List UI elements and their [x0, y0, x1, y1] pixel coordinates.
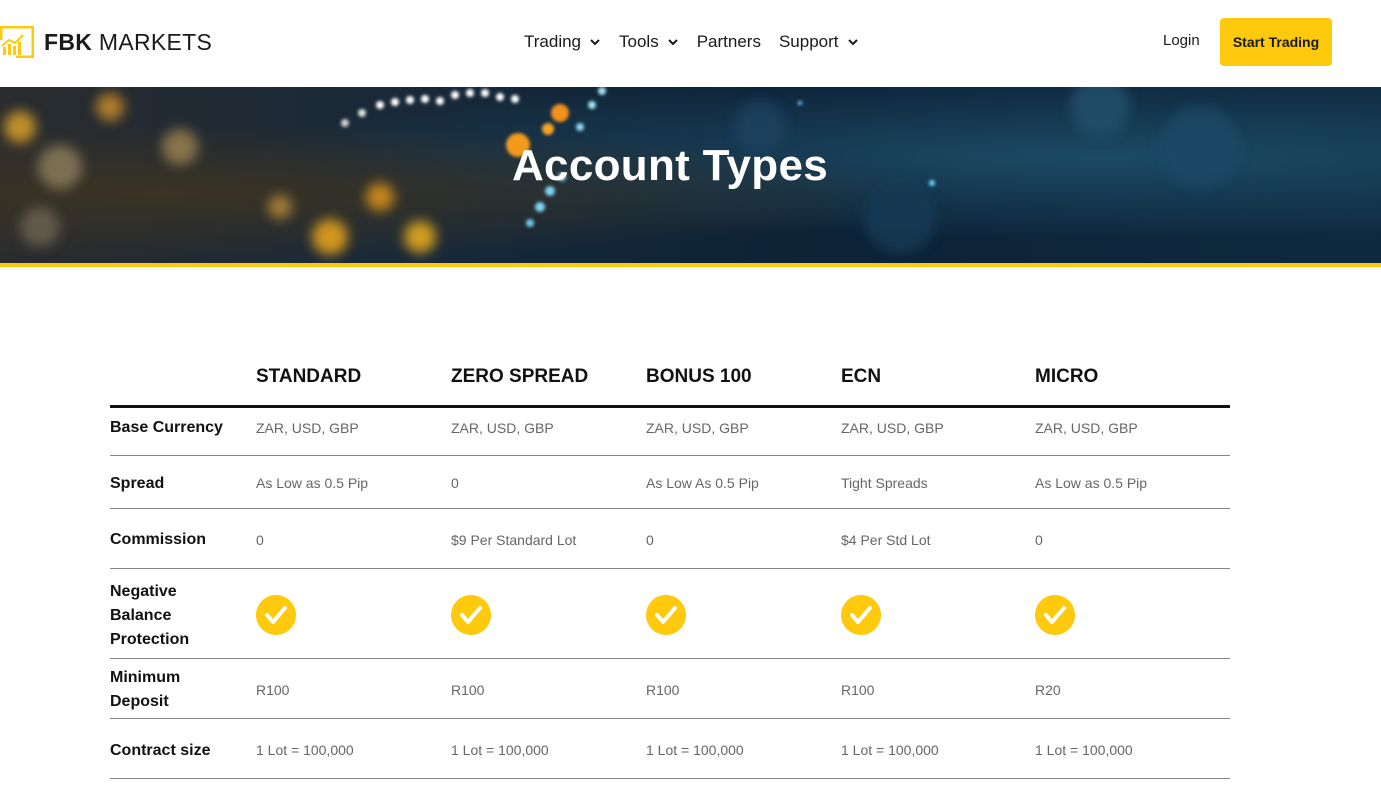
table-row-commission: Commission 0 $9 Per Standard Lot 0 $4 Pe… [110, 509, 1230, 569]
row-label-line: Negative [110, 583, 177, 600]
nav-partners-label: Partners [696, 32, 761, 51]
table-row-minimum-deposit: Minimum Deposit R100 R100 R100 R100 R20 [110, 659, 1230, 719]
column-header-zero-spread: ZERO SPREAD [451, 366, 589, 387]
row-label: Contract size [110, 742, 211, 759]
table-cell: 1 Lot = 100,000 [646, 742, 744, 758]
check-circle-icon [451, 595, 491, 635]
table-cell: R100 [646, 682, 680, 698]
table-row-spread: Spread As Low as 0.5 Pip 0 As Low As 0.5… [110, 456, 1230, 509]
table-cell: Tight Spreads [841, 475, 928, 491]
row-label: Commission [110, 531, 207, 548]
chevron-down-icon [667, 39, 678, 46]
check-circle-icon [256, 595, 296, 635]
hero-accent-bar [0, 263, 1381, 267]
column-header-micro: MICRO [1035, 366, 1099, 387]
row-label-line: Minimum [110, 669, 181, 686]
table-cell: As Low as 0.5 Pip [1035, 475, 1148, 491]
table-cell: 1 Lot = 100,000 [841, 742, 939, 758]
table-cell: 0 [451, 475, 459, 491]
row-label: Base Currency [110, 419, 223, 436]
table-cell: ZAR, USD, GBP [451, 420, 554, 436]
table-cell: ZAR, USD, GBP [256, 420, 359, 436]
nav-trading-label: Trading [524, 32, 582, 51]
table-cell: 0 [1035, 532, 1043, 548]
table-cell: $4 Per Std Lot [841, 532, 931, 548]
hero-banner: Account Types [0, 87, 1381, 263]
chevron-down-icon [847, 39, 858, 46]
row-label: Spread [110, 475, 165, 492]
nav-trading[interactable]: Trading [524, 32, 601, 52]
column-header-bonus-100: BONUS 100 [646, 366, 752, 387]
table-cell: 1 Lot = 100,000 [451, 742, 549, 758]
table-cell: ZAR, USD, GBP [646, 420, 749, 436]
nav-partners[interactable]: Partners [697, 32, 761, 52]
row-label-line: Deposit [110, 693, 169, 710]
account-types-table: STANDARD ZERO SPREAD BONUS 100 ECN MICRO… [110, 358, 1230, 779]
logo-text: FBK MARKETS [44, 28, 213, 55]
table-row-contract-size: Contract size 1 Lot = 100,000 1 Lot = 10… [110, 719, 1230, 779]
table-header-row: STANDARD ZERO SPREAD BONUS 100 ECN MICRO [110, 358, 1230, 408]
row-label: Negative Balance Protection [110, 580, 189, 652]
table-cell: 0 [256, 532, 264, 548]
page-title: Account Types [511, 141, 829, 190]
login-link[interactable]: Login [1163, 32, 1200, 49]
site-header: FBK MARKETS Trading Tools Partners Suppo… [0, 0, 1381, 87]
table-cell: ZAR, USD, GBP [1035, 420, 1138, 436]
table-cell: R100 [841, 682, 875, 698]
table-cell: 0 [646, 532, 654, 548]
table-cell: ZAR, USD, GBP [841, 420, 944, 436]
nav-tools-label: Tools [619, 32, 659, 51]
nav-support-label: Support [778, 32, 839, 51]
table-cell: $9 Per Standard Lot [451, 532, 577, 548]
row-label-line: Balance [110, 607, 172, 624]
row-label: Minimum Deposit [110, 666, 180, 714]
table-cell: 1 Lot = 100,000 [1035, 742, 1133, 758]
table-row-negative-balance-protection: Negative Balance Protection [110, 569, 1230, 659]
table-cell: R20 [1035, 682, 1061, 698]
table-cell: R100 [451, 682, 485, 698]
check-circle-icon [841, 595, 881, 635]
table-cell: 1 Lot = 100,000 [256, 742, 354, 758]
table-cell: As Low As 0.5 Pip [646, 475, 759, 491]
column-header-ecn: ECN [841, 366, 882, 387]
check-circle-icon [646, 595, 686, 635]
start-trading-button[interactable]: Start Trading [1220, 18, 1332, 66]
table-row-base-currency: Base Currency ZAR, USD, GBP ZAR, USD, GB… [110, 408, 1230, 456]
nav-support[interactable]: Support [779, 32, 859, 52]
main-nav: Trading Tools Partners Support [524, 30, 859, 54]
table-cell: As Low as 0.5 Pip [256, 475, 369, 491]
table-cell: R100 [256, 682, 290, 698]
check-circle-icon [1035, 595, 1075, 635]
row-label-line: Protection [110, 631, 190, 648]
nav-tools[interactable]: Tools [619, 32, 679, 52]
chevron-down-icon [590, 39, 600, 46]
column-header-standard: STANDARD [256, 366, 362, 387]
logo[interactable]: FBK MARKETS [0, 25, 213, 59]
logo-chart-icon [0, 25, 35, 59]
